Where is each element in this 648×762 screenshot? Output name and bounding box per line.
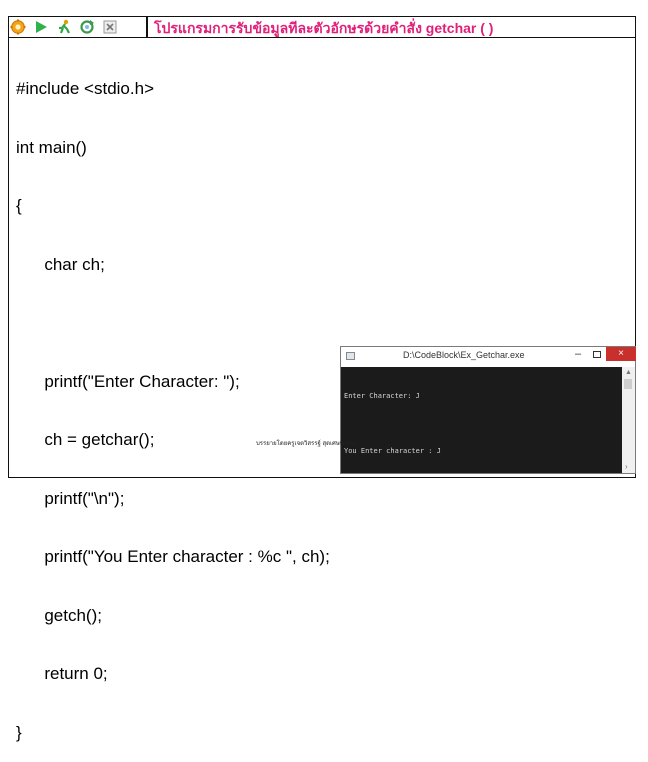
- scroll-thumb[interactable]: [624, 379, 632, 389]
- run-person-icon[interactable]: [56, 19, 72, 35]
- scroll-up-icon[interactable]: ▲: [625, 369, 632, 376]
- console-app-icon: [346, 352, 355, 360]
- settings-gear-icon[interactable]: [10, 19, 26, 35]
- code-line: char ch;: [16, 254, 105, 274]
- code-line: getch();: [16, 605, 102, 625]
- minimize-button[interactable]: –: [575, 348, 581, 360]
- close-button[interactable]: ×: [606, 347, 636, 361]
- console-line: Enter Character: J: [344, 392, 420, 400]
- slide-title: โปรแกรมการรับข้อมูลทีละตัวอักษรด้วยคำสั่…: [154, 20, 494, 36]
- toolbar: [10, 18, 118, 36]
- console-title: D:\CodeBlock\Ex_Getchar.exe: [403, 350, 525, 360]
- code-line: printf("You Enter character : %c ", ch);: [16, 547, 330, 566]
- lecturer-credit: บรรยายโดยครูเจตวิสรรฐ์ สุดเศษพาคหา: [256, 441, 359, 447]
- code-line: #include <stdio.h>: [16, 79, 154, 98]
- code-line: printf("\n");: [16, 488, 125, 508]
- code-line: printf("Enter Character: ");: [16, 371, 240, 391]
- refresh-icon[interactable]: [79, 19, 95, 35]
- code-listing: #include <stdio.h> int main() { char ch;…: [16, 40, 330, 762]
- console-line: You Enter character : J: [344, 447, 441, 455]
- title-divider: [146, 16, 148, 37]
- console-scrollbar[interactable]: ▲ ›: [622, 367, 635, 473]
- console-output: Enter Character: J You Enter character :…: [344, 369, 620, 479]
- slide-header: โปรแกรมการรับข้อมูลทีละตัวอักษรด้วยคำสั่…: [8, 16, 636, 38]
- code-line: return 0;: [16, 664, 108, 683]
- console-titlebar[interactable]: D:\CodeBlock\Ex_Getchar.exe – ×: [341, 347, 636, 367]
- scroll-right-icon[interactable]: ›: [625, 462, 628, 471]
- code-line: int main(): [16, 137, 87, 157]
- play-icon[interactable]: [33, 19, 49, 35]
- code-line: {: [16, 196, 22, 215]
- code-line: }: [16, 722, 22, 742]
- maximize-button[interactable]: [593, 351, 601, 358]
- close-box-icon[interactable]: [102, 19, 118, 35]
- console-window[interactable]: D:\CodeBlock\Ex_Getchar.exe – × Enter Ch…: [340, 346, 636, 474]
